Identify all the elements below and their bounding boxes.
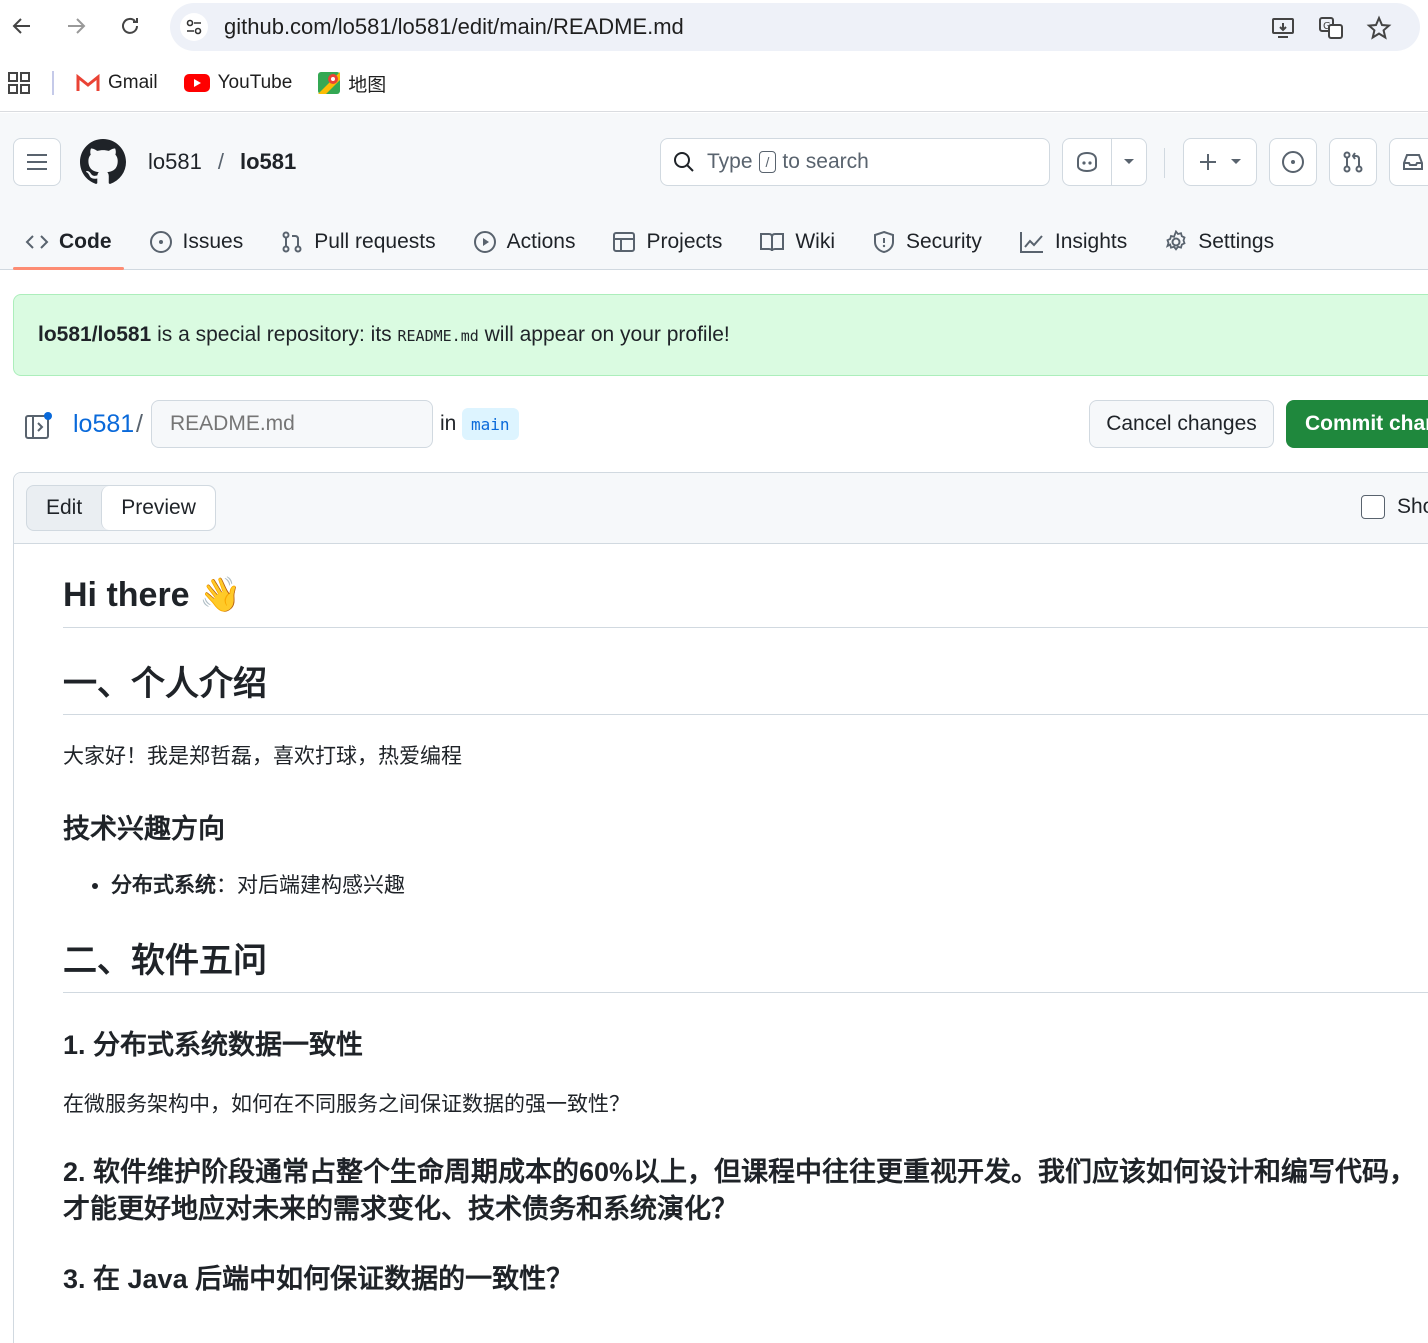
preview-question-3: 3. 在 Java 后端中如何保证数据的一致性？	[63, 1264, 574, 1295]
cancel-changes-button[interactable]: Cancel changes	[1089, 400, 1274, 448]
filename-input[interactable]	[151, 400, 433, 448]
reload-icon	[122, 17, 138, 34]
reload-button[interactable]	[112, 8, 148, 44]
code-icon	[25, 234, 49, 249]
copilot-dropdown[interactable]	[1111, 138, 1147, 186]
youtube-icon	[183, 74, 210, 92]
gmail-icon	[76, 74, 100, 91]
install-app-icon[interactable]	[1270, 15, 1296, 41]
repo-header: lo581 / lo581 Type / to search Code Issu…	[0, 113, 1428, 270]
translate-icon[interactable]: G	[1318, 15, 1344, 41]
copilot-button[interactable]	[1062, 138, 1112, 186]
apps-grid-icon[interactable]	[8, 72, 30, 94]
search-shortcut-key: /	[758, 151, 777, 173]
issue-icon	[1282, 151, 1304, 173]
tab-actions[interactable]: Actions	[461, 213, 588, 270]
github-logo-icon[interactable]	[80, 139, 126, 185]
markdown-preview: Hi there 👋 一、个人介绍 大家好！我是郑哲磊，喜欢打球，热爱编程 技术…	[63, 573, 1428, 1324]
show-diff-checkbox[interactable]	[1361, 495, 1385, 519]
edit-tab[interactable]: Edit	[27, 486, 101, 530]
issue-icon	[149, 230, 172, 253]
edit-preview-toggle: Edit Preview	[26, 485, 216, 531]
preview-question-2: 2. 软件维护阶段通常占整个生命周期成本的60%以上，但课程中往往更重视开发。我…	[63, 1157, 1417, 1224]
maps-icon	[318, 72, 341, 94]
forward-button[interactable]	[58, 8, 94, 44]
editor-toolbar: Edit Preview Show diff	[14, 473, 1428, 544]
file-tree-toggle-icon[interactable]	[24, 412, 54, 440]
inbox-icon	[1403, 154, 1423, 170]
preview-question-1-text: 在微服务架构中，如何在不同服务之间保证数据的强一致性？	[63, 1092, 630, 1116]
hamburger-icon	[27, 154, 47, 170]
tab-settings[interactable]: Settings	[1152, 213, 1286, 270]
issues-button[interactable]	[1269, 138, 1317, 186]
book-icon	[760, 232, 785, 251]
svg-text:G: G	[1323, 21, 1331, 32]
star-icon[interactable]	[1366, 15, 1392, 41]
search-icon	[674, 152, 694, 172]
copilot-icon	[1077, 151, 1097, 173]
arrow-right-icon	[68, 18, 86, 34]
search-input[interactable]: Type / to search	[660, 138, 1050, 186]
preview-question-1: 1. 分布式系统数据一致性	[63, 1029, 364, 1060]
tab-security[interactable]: Security	[860, 213, 994, 270]
preview-intro-paragraph: 大家好！我是郑哲磊，喜欢打球，热爱编程	[63, 745, 462, 769]
breadcrumb-repo[interactable]: lo581	[240, 149, 296, 175]
special-repo-flash: lo581/lo581 is a special repository: its…	[13, 294, 1428, 376]
breadcrumb-separator: /	[217, 149, 224, 174]
preview-heading-intro: 一、个人介绍	[63, 662, 1428, 716]
preview-tab[interactable]: Preview	[101, 486, 215, 530]
tab-wiki[interactable]: Wiki	[747, 213, 847, 270]
gear-icon	[1166, 229, 1186, 251]
menu-button[interactable]	[13, 138, 61, 186]
preview-heading-questions: 二、软件五问	[63, 939, 1428, 993]
caret-down-icon	[1124, 159, 1134, 164]
create-new-button[interactable]	[1183, 138, 1257, 186]
graph-icon	[1019, 231, 1043, 253]
breadcrumb: lo581 / lo581	[148, 149, 296, 175]
bookmarks-bar: Gmail YouTube 地图	[0, 62, 1428, 104]
tab-insights[interactable]: Insights	[1007, 213, 1139, 270]
caret-down-icon	[1231, 159, 1241, 164]
pull-requests-button[interactable]	[1329, 138, 1377, 186]
site-info-icon[interactable]	[180, 13, 208, 41]
play-icon	[473, 230, 496, 253]
tab-issues[interactable]: Issues	[137, 213, 256, 270]
shield-icon	[874, 230, 894, 253]
arrow-left-icon	[12, 18, 30, 34]
bookmark-youtube[interactable]: YouTube	[183, 72, 292, 94]
commit-changes-button[interactable]: Commit changes...	[1286, 400, 1428, 448]
tab-pull-requests[interactable]: Pull requests	[268, 213, 447, 270]
repo-nav-tabs: Code Issues Pull requests Actions Projec…	[0, 213, 1299, 270]
browser-chrome: github.com/lo581/lo581/edit/main/README.…	[0, 0, 1428, 112]
file-edit-bar: lo581 / in main Cancel changes Commit ch…	[0, 400, 1428, 448]
interests-list: 分布式系统：对后端建构感兴趣	[111, 869, 1428, 899]
preview-heading-hi: Hi there 👋	[63, 573, 1428, 629]
bookmark-gmail[interactable]: Gmail	[76, 72, 158, 94]
pull-request-icon	[282, 231, 302, 252]
branch-label: main	[462, 408, 519, 440]
editor-panel: Edit Preview Show diff Hi there 👋 一、个人介绍…	[13, 472, 1428, 1343]
flash-repo-name: lo581/lo581	[38, 323, 152, 346]
table-icon	[613, 231, 636, 252]
url-text: github.com/lo581/lo581/edit/main/README.…	[224, 14, 684, 39]
show-diff-toggle[interactable]: Show diff	[1361, 495, 1428, 519]
flash-file-name: README.md	[397, 327, 479, 345]
tab-code[interactable]: Code	[13, 213, 124, 270]
preview-heading-interests: 技术兴趣方向	[63, 813, 225, 844]
edit-breadcrumb-owner[interactable]: lo581	[73, 410, 134, 439]
back-button[interactable]	[4, 8, 40, 44]
inbox-button[interactable]	[1389, 138, 1428, 186]
list-item: 分布式系统：对后端建构感兴趣	[111, 869, 1428, 899]
pull-request-icon	[1343, 151, 1363, 173]
address-bar[interactable]: github.com/lo581/lo581/edit/main/README.…	[170, 3, 1420, 51]
plus-icon	[1200, 154, 1216, 170]
tab-projects[interactable]: Projects	[600, 213, 734, 270]
bookmark-maps[interactable]: 地图	[318, 70, 386, 97]
breadcrumb-owner[interactable]: lo581	[148, 149, 202, 175]
